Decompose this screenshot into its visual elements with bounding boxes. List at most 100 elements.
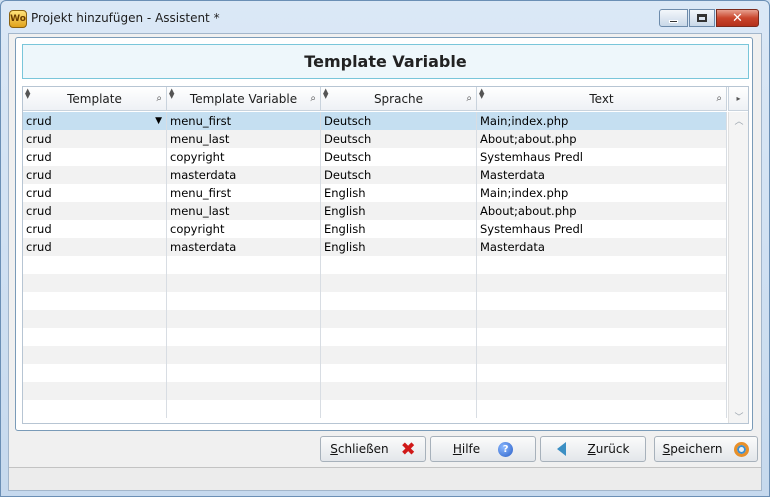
cell-value: crud: [26, 114, 52, 128]
table-cell[interactable]: copyright: [167, 148, 321, 166]
close-window-button[interactable]: ✕: [716, 9, 759, 27]
table-cell[interactable]: crud: [23, 238, 167, 256]
table-cell[interactable]: crud ▼: [23, 112, 167, 130]
back-button[interactable]: Zurück: [540, 436, 646, 462]
cell-value: menu_first: [170, 186, 232, 200]
sort-icon[interactable]: ▲ ▼: [169, 88, 174, 100]
scroll-down-icon[interactable]: ﹀: [729, 408, 748, 423]
cell-value: crud: [26, 222, 52, 236]
cell-value: crud: [26, 150, 52, 164]
table-cell[interactable]: English: [321, 202, 477, 220]
search-icon[interactable]: ⌕: [716, 93, 722, 104]
empty-cell: [477, 328, 727, 346]
table-cell[interactable]: Deutsch: [321, 166, 477, 184]
empty-cell: [23, 274, 167, 292]
table-cell[interactable]: Deutsch: [321, 112, 477, 130]
save-icon: [734, 441, 750, 457]
table-cell[interactable]: crud: [23, 202, 167, 220]
table-cell[interactable]: masterdata: [167, 166, 321, 184]
table-cell[interactable]: menu_first: [167, 112, 321, 130]
table-cell[interactable]: menu_last: [167, 202, 321, 220]
table-cell[interactable]: English: [321, 220, 477, 238]
column-header-label: Sprache: [373, 92, 424, 106]
cell-value: crud: [26, 240, 52, 254]
cell-value: Deutsch: [324, 132, 372, 146]
empty-cell: [477, 256, 727, 274]
cell-value: Systemhaus Predl: [480, 222, 583, 236]
sort-icon[interactable]: ▲ ▼: [25, 88, 30, 100]
search-icon[interactable]: ⌕: [310, 93, 316, 104]
search-icon[interactable]: ⌕: [156, 93, 162, 104]
table-cell[interactable]: Deutsch: [321, 148, 477, 166]
help-button[interactable]: Hilfe ?: [430, 436, 536, 462]
table-cell[interactable]: masterdata: [167, 238, 321, 256]
maximize-button[interactable]: [689, 9, 715, 27]
minimize-button[interactable]: [659, 9, 688, 27]
column-header-template-variable[interactable]: ▲ ▼ Template Variable ⌕: [167, 87, 321, 111]
empty-cell: [321, 292, 477, 310]
table-row[interactable]: crud menu_last English About;about.php: [23, 202, 727, 220]
table-cell[interactable]: crud: [23, 166, 167, 184]
table-cell[interactable]: Main;index.php: [477, 112, 727, 130]
column-chooser-button[interactable]: ▸: [728, 87, 748, 111]
table-row[interactable]: crud ▼ menu_first Deutsch Main;index.php: [23, 112, 727, 130]
chevron-right-icon: ▸: [736, 94, 741, 103]
scroll-up-icon[interactable]: ︿: [729, 112, 748, 128]
cell-value: menu_last: [170, 132, 230, 146]
table-cell[interactable]: crud: [23, 148, 167, 166]
table-cell[interactable]: English: [321, 238, 477, 256]
empty-cell: [477, 346, 727, 364]
save-button[interactable]: Speichern: [654, 436, 758, 462]
variables-grid: ▲ ▼ Template ⌕ ▲ ▼ Template Variable ⌕ ▲ ▼ …: [22, 86, 749, 424]
cell-value: masterdata: [170, 168, 237, 182]
empty-cell: [321, 274, 477, 292]
vertical-scrollbar[interactable]: ︿ ﹀: [728, 112, 748, 423]
close-button[interactable]: Schließen ✖: [320, 436, 426, 462]
cell-value: Deutsch: [324, 150, 372, 164]
dropdown-arrow-icon[interactable]: ▼: [155, 112, 162, 130]
search-icon[interactable]: ⌕: [466, 93, 472, 104]
table-row[interactable]: crud copyright Deutsch Systemhaus Predl: [23, 148, 727, 166]
empty-cell: [477, 292, 727, 310]
table-cell[interactable]: Systemhaus Predl: [477, 220, 727, 238]
title-bar[interactable]: Wo Projekt hinzufügen - Assistent * ✕: [1, 1, 769, 33]
table-cell[interactable]: menu_first: [167, 184, 321, 202]
help-icon: ?: [498, 441, 514, 457]
cell-value: crud: [26, 186, 52, 200]
table-row[interactable]: crud masterdata English Masterdata: [23, 238, 727, 256]
table-cell[interactable]: English: [321, 184, 477, 202]
table-row[interactable]: crud masterdata Deutsch Masterdata: [23, 166, 727, 184]
sort-icon[interactable]: ▲ ▼: [479, 88, 484, 100]
cell-value: crud: [26, 132, 52, 146]
table-row[interactable]: crud copyright English Systemhaus Predl: [23, 220, 727, 238]
column-header-label: Template: [67, 92, 122, 106]
column-header-template[interactable]: ▲ ▼ Template ⌕: [23, 87, 167, 111]
table-cell[interactable]: crud: [23, 130, 167, 148]
empty-cell: [167, 400, 321, 418]
table-cell[interactable]: Systemhaus Predl: [477, 148, 727, 166]
empty-cell: [477, 382, 727, 400]
table-cell[interactable]: Main;index.php: [477, 184, 727, 202]
empty-cell: [167, 292, 321, 310]
main-window: Wo Projekt hinzufügen - Assistent * ✕ Te…: [0, 0, 770, 497]
table-row[interactable]: crud menu_first English Main;index.php: [23, 184, 727, 202]
sort-icon[interactable]: ▲ ▼: [323, 88, 328, 100]
table-cell[interactable]: crud: [23, 184, 167, 202]
table-cell[interactable]: About;about.php: [477, 130, 727, 148]
empty-cell: [477, 364, 727, 382]
table-cell[interactable]: Masterdata: [477, 238, 727, 256]
close-x-icon: ✖: [400, 438, 416, 460]
table-cell[interactable]: menu_last: [167, 130, 321, 148]
column-header-text[interactable]: ▲ ▼ Text ⌕: [477, 87, 727, 111]
table-cell[interactable]: About;about.php: [477, 202, 727, 220]
cell-value: crud: [26, 204, 52, 218]
empty-cell: [23, 346, 167, 364]
table-cell[interactable]: crud: [23, 220, 167, 238]
table-cell[interactable]: copyright: [167, 220, 321, 238]
table-cell[interactable]: Masterdata: [477, 166, 727, 184]
table-row[interactable]: crud menu_last Deutsch About;about.php: [23, 130, 727, 148]
table-cell[interactable]: Deutsch: [321, 130, 477, 148]
empty-cell: [321, 310, 477, 328]
column-header-sprache[interactable]: ▲ ▼ Sprache ⌕: [321, 87, 477, 111]
empty-cell: [321, 382, 477, 400]
